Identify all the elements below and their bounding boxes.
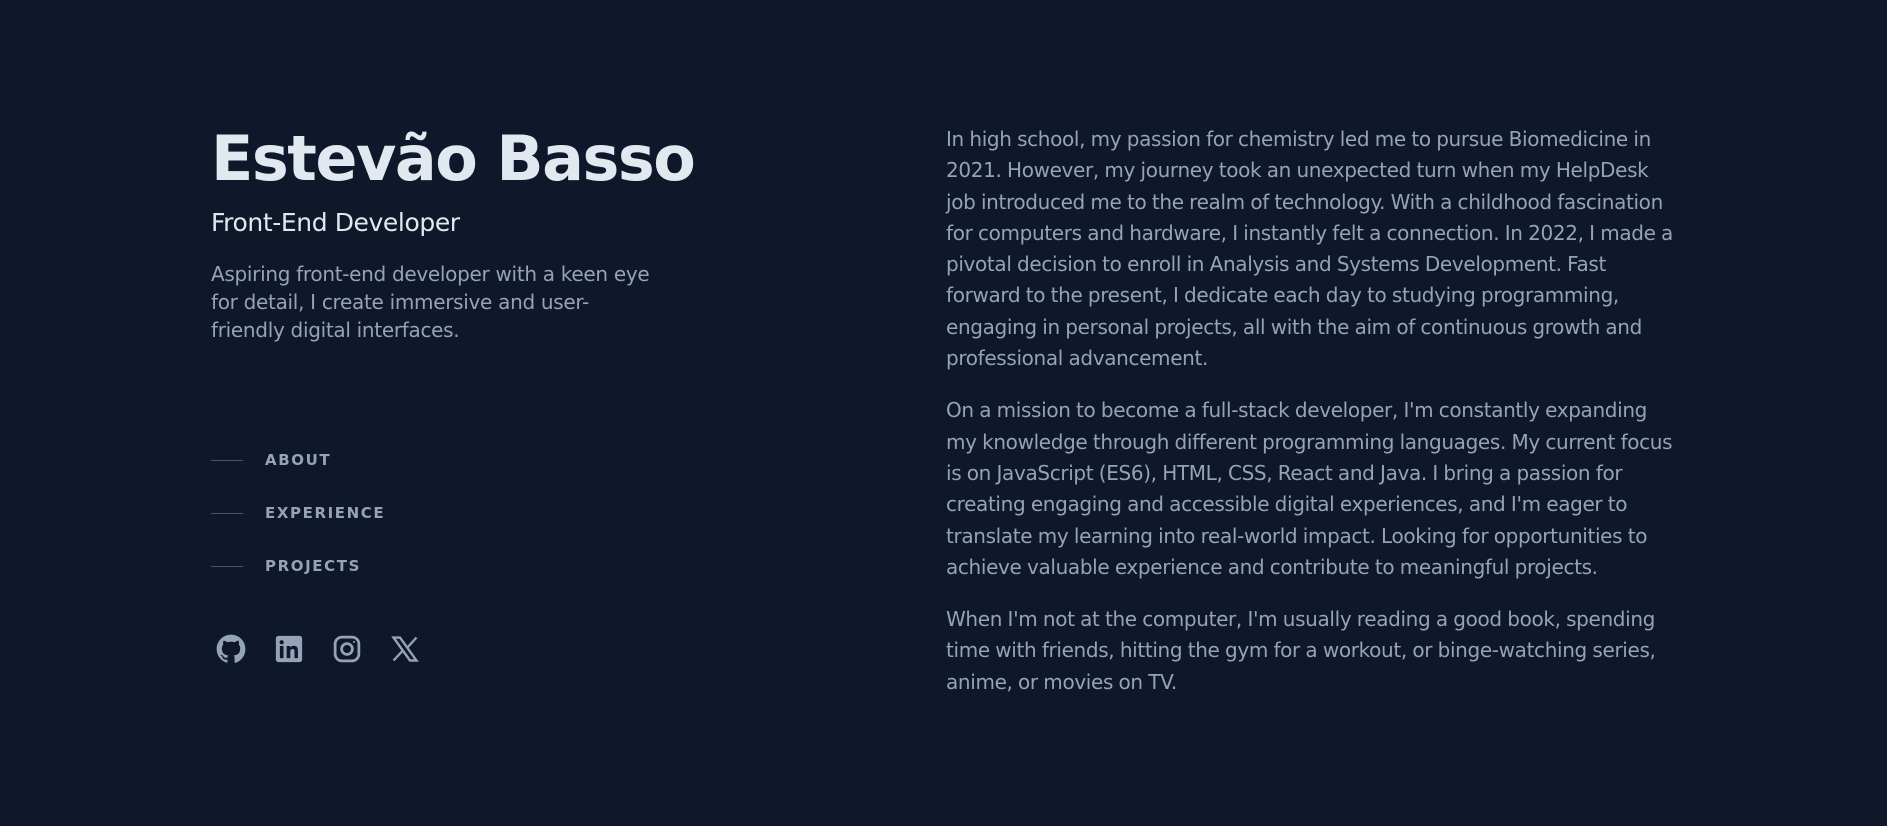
nav-item-experience[interactable]: EXPERIENCE	[211, 498, 385, 528]
nav-indicator-line	[211, 459, 243, 461]
nav-item-about[interactable]: ABOUT	[211, 445, 385, 475]
nav-indicator-line	[211, 565, 243, 567]
about-paragraph: In high school, my passion for chemistry…	[946, 127, 1673, 371]
profile-role: Front-End Developer	[211, 208, 460, 237]
nav-indicator-line	[211, 512, 243, 514]
nav-item-label: ABOUT	[265, 451, 332, 469]
about-paragraph: When I'm not at the computer, I'm usuall…	[946, 607, 1656, 694]
profile-name: Estevão Basso	[211, 122, 696, 195]
about-section: In high school, my passion for chemistry…	[946, 124, 1676, 719]
profile-tagline: Aspiring front-end developer with a keen…	[211, 262, 650, 342]
github-icon[interactable]	[216, 634, 246, 664]
linkedin-icon[interactable]	[274, 634, 304, 664]
x-icon[interactable]	[390, 634, 420, 664]
instagram-icon[interactable]	[332, 634, 362, 664]
page: Estevão Basso Front-End Developer Aspiri…	[0, 0, 1887, 826]
section-nav: ABOUT EXPERIENCE PROJECTS	[211, 445, 385, 604]
social-links	[216, 634, 420, 664]
nav-item-projects[interactable]: PROJECTS	[211, 551, 385, 581]
profile-header: Estevão Basso Front-End Developer Aspiri…	[211, 120, 696, 344]
about-paragraph: On a mission to become a full-stack deve…	[946, 398, 1673, 579]
nav-item-label: EXPERIENCE	[265, 504, 386, 522]
nav-item-label: PROJECTS	[265, 557, 361, 575]
